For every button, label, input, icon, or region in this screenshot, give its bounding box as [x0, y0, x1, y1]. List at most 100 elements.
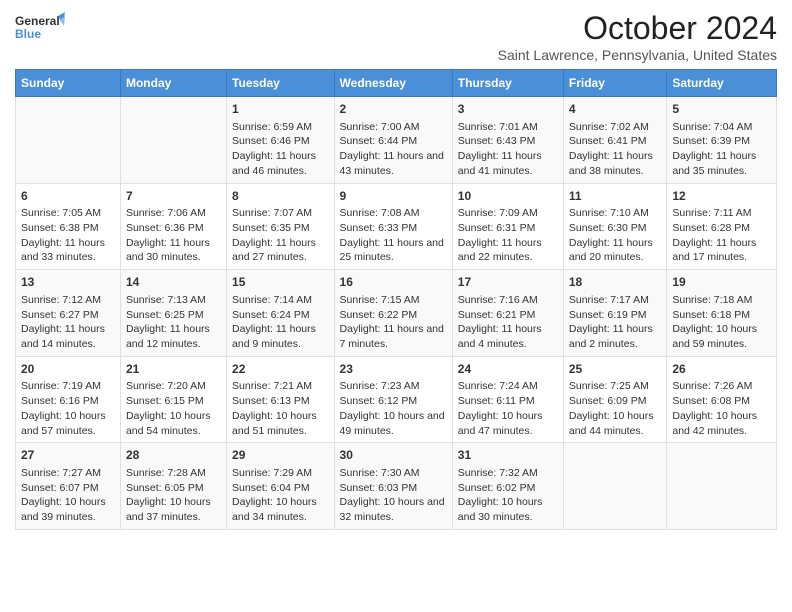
svg-text:General: General	[15, 14, 60, 28]
day-number: 31	[458, 447, 558, 464]
week-row-2: 6Sunrise: 7:05 AM Sunset: 6:38 PM Daylig…	[16, 183, 777, 270]
col-monday: Monday	[120, 70, 226, 97]
col-sunday: Sunday	[16, 70, 121, 97]
cell-content: Sunrise: 7:06 AM Sunset: 6:36 PM Dayligh…	[126, 206, 221, 265]
day-number: 18	[569, 274, 662, 291]
cell-content: Sunrise: 7:18 AM Sunset: 6:18 PM Dayligh…	[672, 293, 771, 352]
calendar-cell: 17Sunrise: 7:16 AM Sunset: 6:21 PM Dayli…	[452, 270, 563, 357]
day-number: 14	[126, 274, 221, 291]
day-number: 20	[21, 361, 115, 378]
calendar-table: Sunday Monday Tuesday Wednesday Thursday…	[15, 69, 777, 530]
cell-content: Sunrise: 7:12 AM Sunset: 6:27 PM Dayligh…	[21, 293, 115, 352]
calendar-cell	[120, 97, 226, 184]
day-number: 2	[340, 101, 447, 118]
calendar-cell: 2 Sunrise: 7:00 AM Sunset: 6:44 PM Daylig…	[334, 97, 452, 184]
cell-content: Sunrise: 7:05 AM Sunset: 6:38 PM Dayligh…	[21, 206, 115, 265]
calendar-cell: 20Sunrise: 7:19 AM Sunset: 6:16 PM Dayli…	[16, 356, 121, 443]
cell-content: Sunrise: 7:30 AM Sunset: 6:03 PM Dayligh…	[340, 466, 447, 525]
cell-content: Sunrise: 7:00 AM Sunset: 6:44 PM Dayligh…	[340, 120, 447, 179]
cell-content: Sunrise: 7:27 AM Sunset: 6:07 PM Dayligh…	[21, 466, 115, 525]
week-row-5: 27 Sunrise: 7:27 AM Sunset: 6:07 PM Dayli…	[16, 443, 777, 530]
calendar-cell: 6Sunrise: 7:05 AM Sunset: 6:38 PM Daylig…	[16, 183, 121, 270]
day-number: 9	[340, 188, 447, 205]
cell-content: Sunrise: 7:14 AM Sunset: 6:24 PM Dayligh…	[232, 293, 329, 352]
col-friday: Friday	[563, 70, 667, 97]
calendar-cell: 28 Sunrise: 7:28 AM Sunset: 6:05 PM Dayli…	[120, 443, 226, 530]
cell-content: Sunrise: 7:17 AM Sunset: 6:19 PM Dayligh…	[569, 293, 662, 352]
calendar-body: 1Sunrise: 6:59 AM Sunset: 6:46 PM Daylig…	[16, 97, 777, 530]
day-number: 7	[126, 188, 221, 205]
cell-content: Sunrise: 7:13 AM Sunset: 6:25 PM Dayligh…	[126, 293, 221, 352]
cell-content: Sunrise: 7:10 AM Sunset: 6:30 PM Dayligh…	[569, 206, 662, 265]
logo-svg: General Blue	[15, 10, 65, 46]
calendar-cell	[563, 443, 667, 530]
calendar-cell: 5 Sunrise: 7:04 AM Sunset: 6:39 PM Daylig…	[667, 97, 777, 184]
day-number: 23	[340, 361, 447, 378]
day-number: 12	[672, 188, 771, 205]
calendar-cell: 15 Sunrise: 7:14 AM Sunset: 6:24 PM Dayli…	[227, 270, 335, 357]
day-number: 3	[458, 101, 558, 118]
calendar-cell: 23Sunrise: 7:23 AM Sunset: 6:12 PM Dayli…	[334, 356, 452, 443]
day-number: 21	[126, 361, 221, 378]
calendar-cell: 16Sunrise: 7:15 AM Sunset: 6:22 PM Dayli…	[334, 270, 452, 357]
calendar-cell: 13Sunrise: 7:12 AM Sunset: 6:27 PM Dayli…	[16, 270, 121, 357]
day-number: 19	[672, 274, 771, 291]
cell-content: Sunrise: 7:24 AM Sunset: 6:11 PM Dayligh…	[458, 379, 558, 438]
cell-content: Sunrise: 7:07 AM Sunset: 6:35 PM Dayligh…	[232, 206, 329, 265]
svg-text:Blue: Blue	[15, 27, 41, 41]
day-number: 29	[232, 447, 329, 464]
calendar-cell: 4 Sunrise: 7:02 AM Sunset: 6:41 PM Daylig…	[563, 97, 667, 184]
cell-content: Sunrise: 7:23 AM Sunset: 6:12 PM Dayligh…	[340, 379, 447, 438]
calendar-cell: 3 Sunrise: 7:01 AM Sunset: 6:43 PM Daylig…	[452, 97, 563, 184]
calendar-cell: 9Sunrise: 7:08 AM Sunset: 6:33 PM Daylig…	[334, 183, 452, 270]
header: General Blue October 2024 Saint Lawrence…	[15, 10, 777, 63]
cell-content: Sunrise: 7:09 AM Sunset: 6:31 PM Dayligh…	[458, 206, 558, 265]
calendar-cell: 12Sunrise: 7:11 AM Sunset: 6:28 PM Dayli…	[667, 183, 777, 270]
day-number: 24	[458, 361, 558, 378]
logo: General Blue	[15, 10, 65, 46]
cell-content: Sunrise: 7:15 AM Sunset: 6:22 PM Dayligh…	[340, 293, 447, 352]
calendar-cell	[16, 97, 121, 184]
calendar-cell: 29 Sunrise: 7:29 AM Sunset: 6:04 PM Dayli…	[227, 443, 335, 530]
day-number: 25	[569, 361, 662, 378]
day-number: 30	[340, 447, 447, 464]
calendar-cell: 18 Sunrise: 7:17 AM Sunset: 6:19 PM Dayli…	[563, 270, 667, 357]
title-area: October 2024 Saint Lawrence, Pennsylvani…	[498, 10, 777, 63]
calendar-cell: 19 Sunrise: 7:18 AM Sunset: 6:18 PM Dayli…	[667, 270, 777, 357]
cell-content: Sunrise: 7:19 AM Sunset: 6:16 PM Dayligh…	[21, 379, 115, 438]
cell-content: Sunrise: 7:04 AM Sunset: 6:39 PM Dayligh…	[672, 120, 771, 179]
cell-content: Sunrise: 7:11 AM Sunset: 6:28 PM Dayligh…	[672, 206, 771, 265]
cell-content: Sunrise: 7:25 AM Sunset: 6:09 PM Dayligh…	[569, 379, 662, 438]
col-saturday: Saturday	[667, 70, 777, 97]
week-row-4: 20Sunrise: 7:19 AM Sunset: 6:16 PM Dayli…	[16, 356, 777, 443]
col-thursday: Thursday	[452, 70, 563, 97]
cell-content: Sunrise: 7:20 AM Sunset: 6:15 PM Dayligh…	[126, 379, 221, 438]
week-row-3: 13Sunrise: 7:12 AM Sunset: 6:27 PM Dayli…	[16, 270, 777, 357]
cell-content: Sunrise: 7:08 AM Sunset: 6:33 PM Dayligh…	[340, 206, 447, 265]
week-row-1: 1Sunrise: 6:59 AM Sunset: 6:46 PM Daylig…	[16, 97, 777, 184]
cell-content: Sunrise: 7:29 AM Sunset: 6:04 PM Dayligh…	[232, 466, 329, 525]
day-number: 5	[672, 101, 771, 118]
cell-content: Sunrise: 7:32 AM Sunset: 6:02 PM Dayligh…	[458, 466, 558, 525]
day-number: 4	[569, 101, 662, 118]
calendar-header: Sunday Monday Tuesday Wednesday Thursday…	[16, 70, 777, 97]
calendar-cell: 1Sunrise: 6:59 AM Sunset: 6:46 PM Daylig…	[227, 97, 335, 184]
calendar-cell: 22Sunrise: 7:21 AM Sunset: 6:13 PM Dayli…	[227, 356, 335, 443]
cell-content: Sunrise: 7:28 AM Sunset: 6:05 PM Dayligh…	[126, 466, 221, 525]
day-number: 17	[458, 274, 558, 291]
day-number: 28	[126, 447, 221, 464]
day-number: 26	[672, 361, 771, 378]
calendar-cell: 25Sunrise: 7:25 AM Sunset: 6:09 PM Dayli…	[563, 356, 667, 443]
page-subtitle: Saint Lawrence, Pennsylvania, United Sta…	[498, 47, 777, 63]
day-number: 27	[21, 447, 115, 464]
day-number: 6	[21, 188, 115, 205]
calendar-cell: 24Sunrise: 7:24 AM Sunset: 6:11 PM Dayli…	[452, 356, 563, 443]
calendar-cell: 30 Sunrise: 7:30 AM Sunset: 6:03 PM Dayli…	[334, 443, 452, 530]
cell-content: Sunrise: 6:59 AM Sunset: 6:46 PM Dayligh…	[232, 120, 329, 179]
calendar-cell: 10Sunrise: 7:09 AM Sunset: 6:31 PM Dayli…	[452, 183, 563, 270]
day-number: 15	[232, 274, 329, 291]
cell-content: Sunrise: 7:01 AM Sunset: 6:43 PM Dayligh…	[458, 120, 558, 179]
cell-content: Sunrise: 7:02 AM Sunset: 6:41 PM Dayligh…	[569, 120, 662, 179]
calendar-cell: 27 Sunrise: 7:27 AM Sunset: 6:07 PM Dayli…	[16, 443, 121, 530]
cell-content: Sunrise: 7:21 AM Sunset: 6:13 PM Dayligh…	[232, 379, 329, 438]
